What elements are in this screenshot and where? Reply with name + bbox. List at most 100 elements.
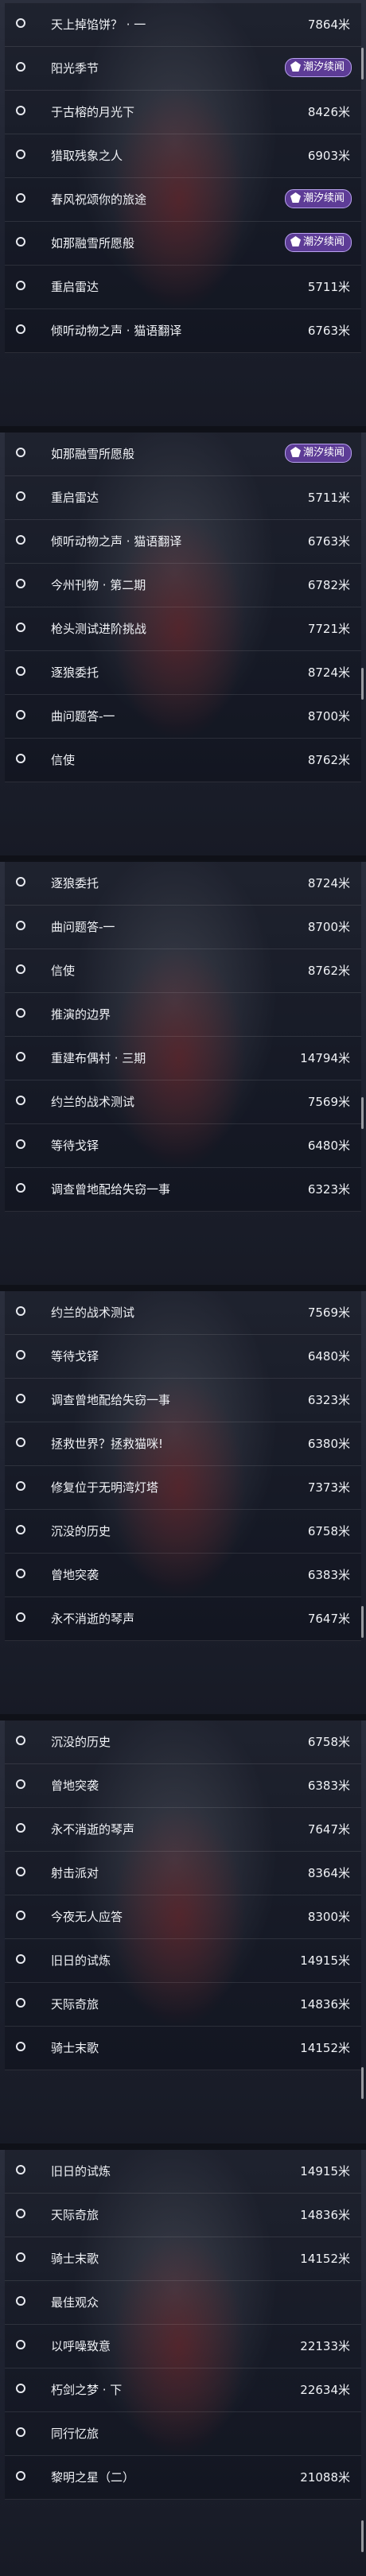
circle-marker-icon: [16, 1736, 25, 1745]
quest-name: 同行忆旅: [51, 2427, 99, 2441]
quest-row[interactable]: 调查曾地配给失窃一事 6323米: [5, 1379, 361, 1422]
quest-distance: 6763米: [307, 534, 350, 549]
quest-list-screen: 天上掉馅饼？ · 一 7864米 阳光季节 潮汐续闻 于古榕的月光下 8426米 猎取残象之…: [0, 0, 366, 429]
quest-row[interactable]: 春风祝颂你的旅途 潮汐续闻: [5, 178, 361, 222]
scrollbar[interactable]: [361, 1097, 364, 1129]
quest-name: 逐狼委托: [51, 876, 99, 890]
quest-row[interactable]: 旧日的试炼 14915米: [5, 1939, 361, 1983]
tide-news-badge: 潮汐续闻: [284, 58, 352, 77]
quest-name: 曲问题答-一: [51, 920, 115, 934]
quest-name: 倾听动物之声 · 猫语翻译: [51, 324, 182, 338]
quest-row[interactable]: 曲问题答-一 8700米: [5, 695, 361, 739]
quest-row[interactable]: 射击派对 8364米: [5, 1852, 361, 1895]
quest-distance: 8762米: [307, 964, 350, 978]
quest-row[interactable]: 沉没的历史 6758米: [5, 1721, 361, 1764]
circle-marker-icon: [16, 1954, 25, 1964]
quest-row[interactable]: 于古榕的月光下 8426米: [5, 91, 361, 134]
quest-row[interactable]: 沉没的历史 6758米: [5, 1510, 361, 1554]
quest-row[interactable]: 朽剑之梦 · 下 22634米: [5, 2368, 361, 2412]
quest-list-screen: 如那融雪所愿般 潮汐续闻 重启雷达 5711米 倾听动物之声 · 猫语翻译 6763米 今州…: [0, 429, 366, 859]
scrollbar[interactable]: [361, 2520, 364, 2552]
quest-distance: 8724米: [307, 665, 350, 680]
quest-row[interactable]: 约兰的战术测试 7569米: [5, 1291, 361, 1335]
quest-row[interactable]: 如那融雪所愿般 潮汐续闻: [5, 433, 361, 476]
quest-row[interactable]: 信使 8762米: [5, 739, 361, 782]
quest-row[interactable]: 猎取残象之人 6903米: [5, 134, 361, 178]
quest-row[interactable]: 永不消逝的琴声 7647米: [5, 1808, 361, 1852]
quest-row[interactable]: 骑士末歌 14152米: [5, 2027, 361, 2070]
quest-name: 等待戈铎: [51, 1349, 99, 1364]
quest-name: 曾地突袭: [51, 1779, 99, 1793]
circle-marker-icon: [16, 2165, 25, 2174]
quest-row[interactable]: 以呼噪致意 22133米: [5, 2325, 361, 2368]
scrollbar[interactable]: [361, 48, 364, 80]
quest-name: 重启雷达: [51, 491, 99, 505]
scrollbar[interactable]: [361, 2067, 364, 2099]
quest-name: 骑士末歌: [51, 2041, 99, 2055]
quest-row[interactable]: 调查曾地配给失窃一事 6323米: [5, 1168, 361, 1212]
quest-row[interactable]: 旧日的试炼 14915米: [5, 2150, 361, 2194]
circle-marker-icon: [16, 2296, 25, 2306]
quest-row[interactable]: 倾听动物之声 · 猫语翻译 6763米: [5, 520, 361, 564]
circle-marker-icon: [16, 1052, 25, 1061]
quest-row[interactable]: 逐狼委托 8724米: [5, 862, 361, 906]
quest-name: 曾地突袭: [51, 1568, 99, 1582]
quest-row[interactable]: 等待戈铎 6480米: [5, 1124, 361, 1168]
quest-row[interactable]: 曾地突袭 6383米: [5, 1764, 361, 1808]
circle-marker-icon: [16, 754, 25, 763]
quest-row[interactable]: 最佳观众: [5, 2281, 361, 2325]
quest-row[interactable]: 骑士末歌 14152米: [5, 2237, 361, 2281]
tide-news-badge: 潮汐续闻: [284, 444, 352, 463]
quest-row[interactable]: 同行忆旅: [5, 2412, 361, 2456]
quest-distance: 8364米: [307, 1866, 350, 1880]
quest-row[interactable]: 曲问题答-一 8700米: [5, 906, 361, 949]
quest-list: 逐狼委托 8724米 曲问题答-一 8700米 信使 8762米推演的边界重建布偶村 · …: [0, 862, 366, 1212]
quest-distance: 7647米: [307, 1822, 350, 1837]
quest-row[interactable]: 今州刊物 · 第二期 6782米: [5, 564, 361, 607]
quest-row[interactable]: 信使 8762米: [5, 949, 361, 993]
quest-row[interactable]: 天际奇旅 14836米: [5, 1983, 361, 2027]
quest-name: 阳光季节: [51, 61, 99, 76]
quest-row[interactable]: 黎明之星（二） 21088米: [5, 2456, 361, 2500]
quest-row[interactable]: 如那融雪所愿般 潮汐续闻: [5, 222, 361, 266]
quest-list: 旧日的试炼 14915米 天际奇旅 14836米 骑士末歌 14152米 最佳观众 以呼噪致意…: [0, 2150, 366, 2500]
quest-name: 天际奇旅: [51, 2208, 99, 2222]
quest-row[interactable]: 曾地突袭 6383米: [5, 1554, 361, 1597]
quest-name: 永不消逝的琴声: [51, 1822, 135, 1837]
quest-row[interactable]: 枪头测试进阶挑战 7721米: [5, 607, 361, 651]
quest-row[interactable]: 拯救世界？拯救猫咪! 6380米: [5, 1422, 361, 1466]
quest-distance: 6782米: [307, 578, 350, 592]
quest-row[interactable]: 等待戈铎 6480米: [5, 1335, 361, 1379]
quest-distance: 14915米: [300, 2164, 350, 2178]
quest-row[interactable]: 倾听动物之声 · 猫语翻译 6763米: [5, 309, 361, 353]
badge-label: 潮汐续闻: [302, 192, 345, 204]
quest-row[interactable]: 重启雷达 5711米: [5, 476, 361, 520]
quest-row[interactable]: 天上掉馅饼？ · 一 7864米: [5, 3, 361, 47]
circle-marker-icon: [16, 2427, 25, 2437]
quest-name: 推演的边界: [51, 1007, 111, 1022]
scrollbar[interactable]: [361, 668, 364, 700]
quest-row[interactable]: 推演的边界: [5, 993, 361, 1037]
circle-marker-icon: [16, 1911, 25, 1920]
circle-marker-icon: [16, 1525, 25, 1534]
screen-divider: [0, 855, 366, 862]
quest-distance: 22133米: [300, 2339, 350, 2353]
circle-marker-icon: [16, 2340, 25, 2349]
circle-marker-icon: [16, 1350, 25, 1360]
quest-row[interactable]: 修复位于无明湾灯塔 7373米: [5, 1466, 361, 1510]
scrollbar[interactable]: [361, 1606, 364, 1638]
quest-list: 沉没的历史 6758米曾地突袭 6383米永不消逝的琴声 7647米射击派对 8364米…: [0, 1721, 366, 2070]
quest-row[interactable]: 天际奇旅 14836米: [5, 2194, 361, 2237]
quest-row[interactable]: 重启雷达 5711米: [5, 266, 361, 309]
quest-row[interactable]: 阳光季节 潮汐续闻: [5, 47, 361, 91]
quest-distance: 6383米: [307, 1779, 350, 1793]
quest-row[interactable]: 今夜无人应答 8300米: [5, 1895, 361, 1939]
quest-row[interactable]: 约兰的战术测试 7569米: [5, 1080, 361, 1124]
quest-name: 天际奇旅: [51, 1997, 99, 2012]
quest-name: 约兰的战术测试: [51, 1095, 135, 1109]
quest-distance: 7569米: [307, 1305, 350, 1320]
circle-marker-icon: [16, 1867, 25, 1876]
quest-row[interactable]: 逐狼委托 8724米: [5, 651, 361, 695]
quest-row[interactable]: 永不消逝的琴声 7647米: [5, 1597, 361, 1641]
quest-row[interactable]: 重建布偶村 · 三期 14794米: [5, 1037, 361, 1080]
